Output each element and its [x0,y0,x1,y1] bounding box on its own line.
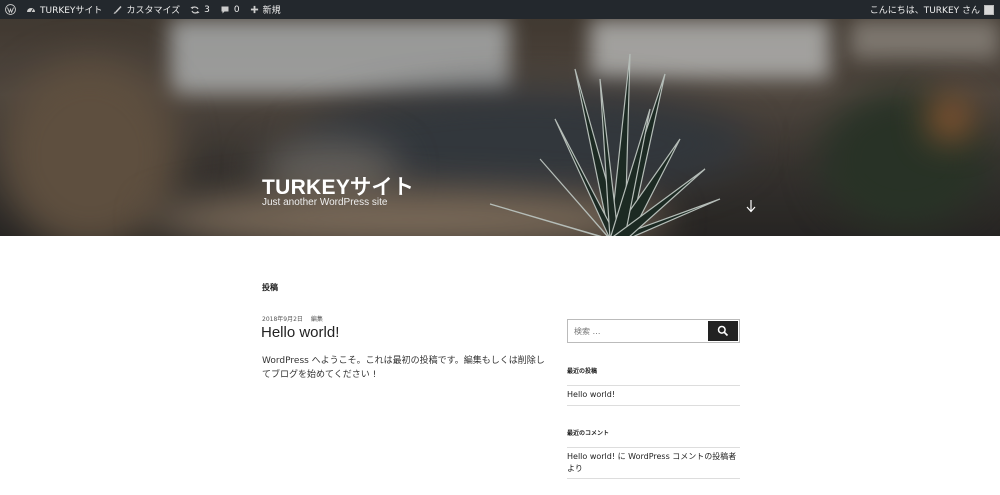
customize-menu[interactable]: カスタマイズ [107,0,185,19]
new-label: 新規 [262,6,281,16]
search-input[interactable] [568,320,708,342]
plus-icon [250,5,258,14]
divider [567,478,740,479]
greeting-label: こんにちは、TURKEY さん [869,6,980,16]
site-description: Just another WordPress site [262,197,388,208]
arrow-down-icon[interactable] [745,199,757,213]
post-title[interactable]: Hello world! [261,324,339,341]
recent-posts-title: 最近の投稿 [567,368,598,375]
recent-post-link[interactable]: Hello world! [567,389,740,401]
dashboard-icon [27,7,35,12]
new-content-menu[interactable]: 新規 [245,0,286,19]
updates-count: 3 [204,4,210,15]
site-name-menu[interactable]: TURKEYサイト [21,0,107,19]
divider [567,405,740,406]
header-image: TURKEYサイト Just another WordPress site [0,19,1000,236]
divider [567,385,740,386]
admin-bar: TURKEYサイト カスタマイズ 3 0 新規 こんにちは、TURKEY さん [0,0,1000,19]
search-form [567,319,740,343]
wordpress-menu[interactable] [0,0,21,19]
search-button[interactable] [708,321,738,341]
divider [567,447,740,448]
brush-icon [113,5,122,14]
my-account-menu[interactable]: こんにちは、TURKEY さん [865,0,1000,19]
recent-comment-link[interactable]: Hello world! に WordPress コメントの投稿者 より [567,451,740,475]
avatar [984,4,994,15]
edit-link[interactable]: 編集 [311,316,323,323]
search-icon [717,325,729,337]
post-content: WordPress へようこそ。これは最初の投稿です。編集もしくは削除してブログ… [262,356,545,380]
post-meta: 2018年9月2日 編集 [262,314,329,323]
comment-icon [221,6,229,13]
comments-count: 0 [233,4,240,15]
recent-comments-title: 最近のコメント [567,430,610,437]
updates-icon [190,5,200,14]
wordpress-icon [5,4,16,15]
comments-menu[interactable]: 0 [215,0,245,19]
page-heading: 投稿 [262,283,278,292]
site-name-label: TURKEYサイト [40,6,103,16]
updates-menu[interactable]: 3 [185,0,215,19]
customize-label: カスタマイズ [126,6,181,16]
post-date[interactable]: 2018年9月2日 [262,316,303,323]
